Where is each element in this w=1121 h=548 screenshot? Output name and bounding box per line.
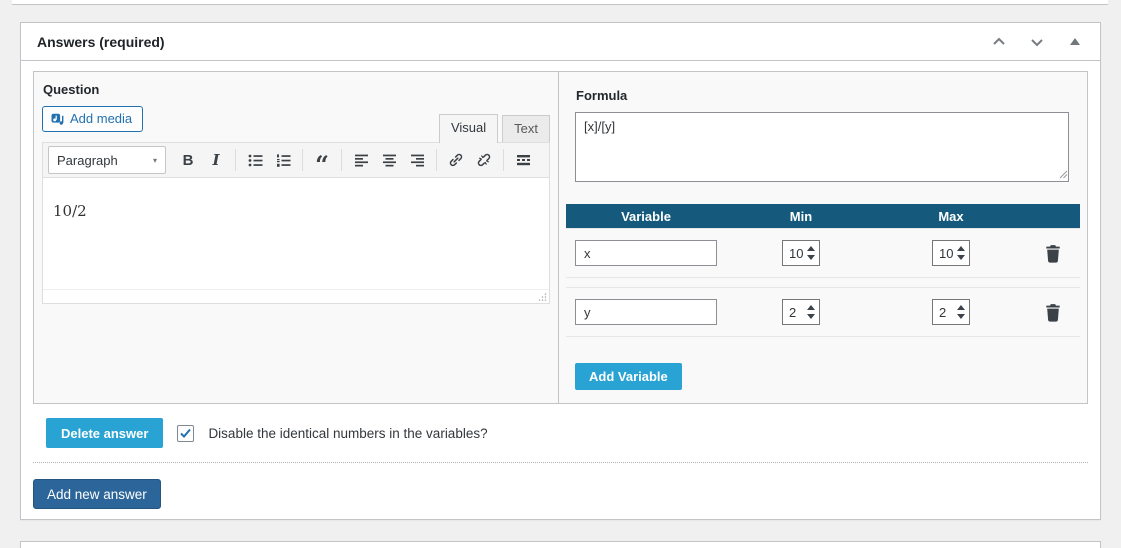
spin-up-icon[interactable] (807, 305, 815, 310)
editor-toolbar: Paragraph ▾ B I “ (43, 143, 549, 178)
align-left-icon (354, 154, 368, 166)
toggle-panel-button[interactable] (1060, 29, 1090, 55)
max-stepper[interactable]: 10 (932, 240, 970, 266)
toolbar-toggle-button[interactable] (510, 148, 536, 172)
resize-grip-icon[interactable] (537, 292, 547, 302)
align-center-button[interactable] (376, 148, 402, 172)
italic-button[interactable]: I (203, 148, 229, 172)
chevron-down-icon (1031, 38, 1043, 46)
min-stepper[interactable]: 10 (782, 240, 820, 266)
disable-identical-label: Disable the identical numbers in the var… (208, 425, 488, 441)
align-left-button[interactable] (348, 148, 374, 172)
max-stepper[interactable]: 2 (932, 299, 970, 325)
disable-identical-checkbox[interactable] (177, 424, 195, 442)
formula-input[interactable]: [x]/[y] (575, 112, 1069, 182)
spin-down-icon[interactable] (807, 314, 815, 319)
unlink-button[interactable] (471, 148, 497, 172)
link-icon (449, 153, 463, 167)
toolbar-toggle-icon (516, 155, 530, 166)
variable-row: 2 2 (566, 287, 1080, 337)
variable-name-input[interactable] (575, 299, 717, 325)
move-up-button[interactable] (984, 29, 1014, 55)
trash-icon (1046, 303, 1060, 322)
caret-down-icon: ▾ (152, 155, 157, 165)
align-right-button[interactable] (404, 148, 430, 172)
resize-grip-icon[interactable] (1059, 170, 1068, 179)
answers-metabox: Answers (required) Question Add media Vi… (20, 22, 1101, 520)
formula-column: Formula [x]/[y] Variable Min Max x 10 10… (559, 72, 1087, 403)
metabox-title: Answers (required) (37, 33, 165, 50)
chevron-up-icon (993, 37, 1005, 45)
add-media-button[interactable]: Add media (42, 106, 144, 132)
link-button[interactable] (443, 148, 469, 172)
question-label: Question (43, 82, 100, 97)
delete-answer-button[interactable]: Delete answer (46, 418, 164, 448)
bold-button[interactable]: B (175, 148, 201, 172)
add-media-label: Add media (70, 111, 133, 126)
tab-visual[interactable]: Visual (438, 114, 499, 143)
delete-variable-button[interactable] (1026, 303, 1080, 322)
editor-content[interactable]: 10/2 (43, 178, 549, 289)
editor-tools: Add media Visual Text (42, 106, 550, 143)
question-column: Question Add media Visual Text Paragraph… (34, 72, 559, 403)
metabox-header[interactable]: Answers (required) (21, 23, 1100, 61)
unlink-icon (477, 153, 491, 167)
checkmark-icon (180, 428, 192, 438)
spin-down-icon[interactable] (957, 255, 965, 260)
paragraph-format-value: Paragraph (57, 152, 118, 168)
answer-footer: Delete answer Disable the identical numb… (33, 404, 1088, 463)
editor-statusbar (43, 289, 549, 303)
move-down-button[interactable] (1022, 29, 1052, 55)
bullet-list-icon (248, 154, 262, 166)
previous-metabox-edge (12, 0, 1108, 5)
header-min: Min (789, 208, 813, 224)
tab-text[interactable]: Text (502, 115, 550, 142)
paragraph-format-select[interactable]: Paragraph ▾ (48, 146, 166, 174)
align-center-icon (382, 154, 396, 166)
min-stepper[interactable]: 2 (782, 299, 820, 325)
numbered-list-button[interactable] (270, 148, 296, 172)
wysiwyg-editor: Paragraph ▾ B I “ 10/2 (42, 142, 550, 304)
spin-down-icon[interactable] (957, 314, 965, 319)
delete-variable-button[interactable] (1026, 244, 1080, 263)
spin-down-icon[interactable] (807, 255, 815, 260)
media-icon (51, 113, 64, 125)
spin-up-icon[interactable] (957, 305, 965, 310)
variables-table-header: Variable Min Max (566, 204, 1080, 228)
variable-name-input[interactable] (575, 240, 717, 266)
numbered-list-icon (276, 153, 290, 167)
blockquote-button[interactable]: “ (309, 148, 335, 177)
triangle-up-icon (1070, 38, 1080, 45)
spin-up-icon[interactable] (957, 246, 965, 251)
spin-up-icon[interactable] (807, 246, 815, 251)
trash-icon (1046, 244, 1060, 263)
header-max: Max (938, 208, 964, 224)
textarea-resize-grip-icon[interactable] (564, 170, 574, 180)
variables-table: Variable Min Max 10 (566, 204, 1080, 337)
add-variable-button[interactable]: Add Variable (575, 363, 682, 390)
header-variable: Variable (621, 208, 671, 224)
formula-label: Formula (576, 88, 628, 103)
metabox-body: Question Add media Visual Text Paragraph… (21, 61, 1100, 525)
answer-panel: Question Add media Visual Text Paragraph… (33, 71, 1088, 404)
add-new-answer-button[interactable]: Add new answer (33, 479, 161, 509)
variable-row: 10 10 (566, 228, 1080, 278)
align-right-icon (410, 154, 424, 166)
bullet-list-button[interactable] (242, 148, 268, 172)
